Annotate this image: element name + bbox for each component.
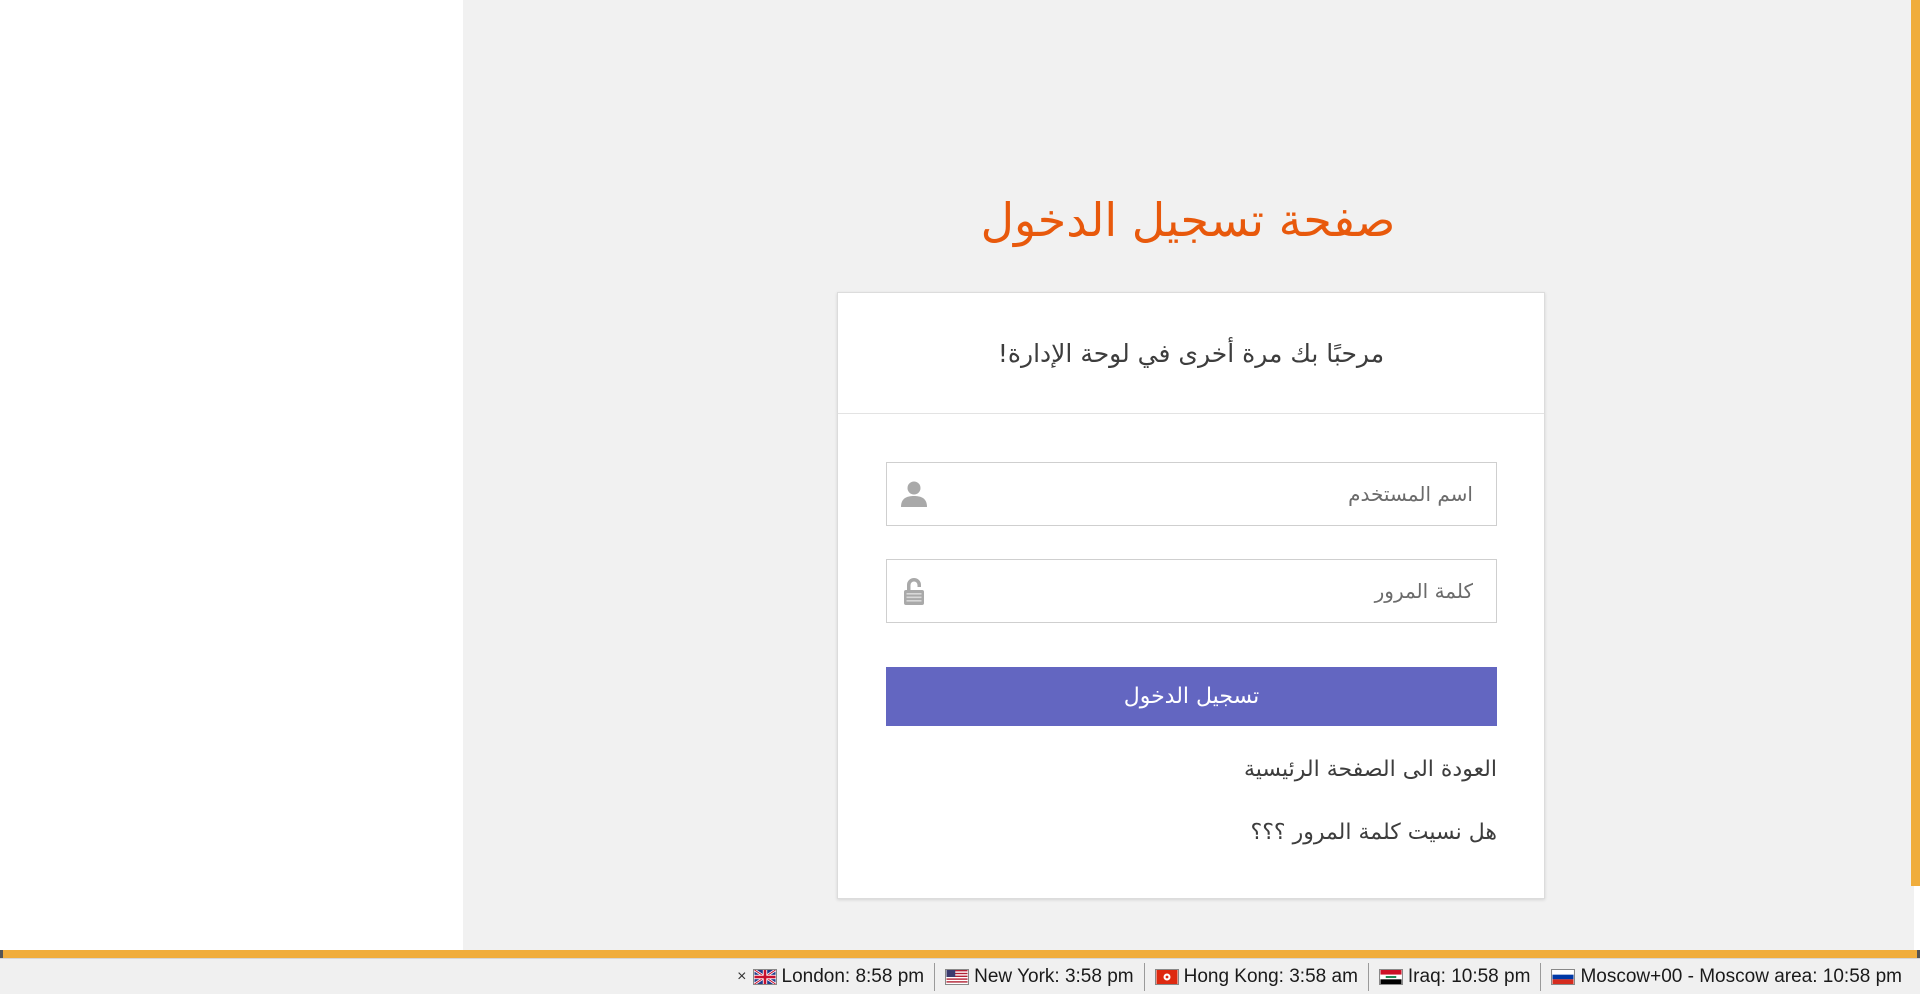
right-accent-bar xyxy=(1911,0,1920,886)
clock-label-london: London: 8:58 pm xyxy=(781,965,925,987)
back-to-home-link[interactable]: العودة الى الصفحة الرئيسية xyxy=(886,753,1497,787)
welcome-heading: مرحبًا بك مرة أخرى في لوحة الإدارة! xyxy=(997,339,1385,368)
bottom-accent-bar xyxy=(0,950,1920,958)
uk-flag-icon xyxy=(752,968,777,985)
close-icon[interactable]: × xyxy=(737,968,746,986)
us-flag-icon xyxy=(945,968,970,985)
username-field[interactable] xyxy=(886,462,1497,526)
clock-label-iraq: Iraq: 10:58 pm xyxy=(1407,965,1531,987)
username-input[interactable] xyxy=(943,463,1473,525)
login-card: مرحبًا بك مرة أخرى في لوحة الإدارة! اسم … xyxy=(837,292,1545,899)
clock-item-new-york: New York: 3:58 pm xyxy=(934,962,1143,991)
page-title: صفحة تسجيل الدخول xyxy=(980,193,1396,247)
card-header: مرحبًا بك مرة أخرى في لوحة الإدارة! xyxy=(838,293,1544,414)
password-input[interactable] xyxy=(943,560,1473,622)
forgot-password-link[interactable]: هل نسيت كلمة المرور ؟؟؟ xyxy=(886,816,1497,850)
password-field[interactable] xyxy=(886,559,1497,623)
left-blank-panel xyxy=(0,0,463,950)
user-icon xyxy=(899,479,929,509)
clock-item-moscow: Moscow+00 - Moscow area: 10:58 pm xyxy=(1540,962,1912,991)
world-clock-bar: × London: 8:58 pm New York: 3:58 pm Hong… xyxy=(0,958,1920,994)
clock-item-hong-kong: Hong Kong: 3:58 am xyxy=(1143,962,1368,991)
lock-icon xyxy=(899,576,929,606)
iraq-flag-icon xyxy=(1378,968,1403,985)
accent-bar-left-cap xyxy=(0,950,3,958)
browser-viewport: صفحة تسجيل الدخول مرحبًا بك مرة أخرى في … xyxy=(0,0,1920,994)
hong-kong-flag-icon xyxy=(1154,968,1179,985)
clock-item-london: London: 8:58 pm xyxy=(751,963,935,991)
login-button[interactable]: تسجيل الدخول xyxy=(886,667,1497,726)
clock-item-iraq: Iraq: 10:58 pm xyxy=(1367,962,1541,991)
clock-label-moscow: Moscow+00 - Moscow area: 10:58 pm xyxy=(1580,965,1902,987)
clock-label-hong-kong: Hong Kong: 3:58 am xyxy=(1183,965,1358,987)
russia-flag-icon xyxy=(1551,968,1576,985)
clock-label-new-york: New York: 3:58 pm xyxy=(974,965,1134,987)
